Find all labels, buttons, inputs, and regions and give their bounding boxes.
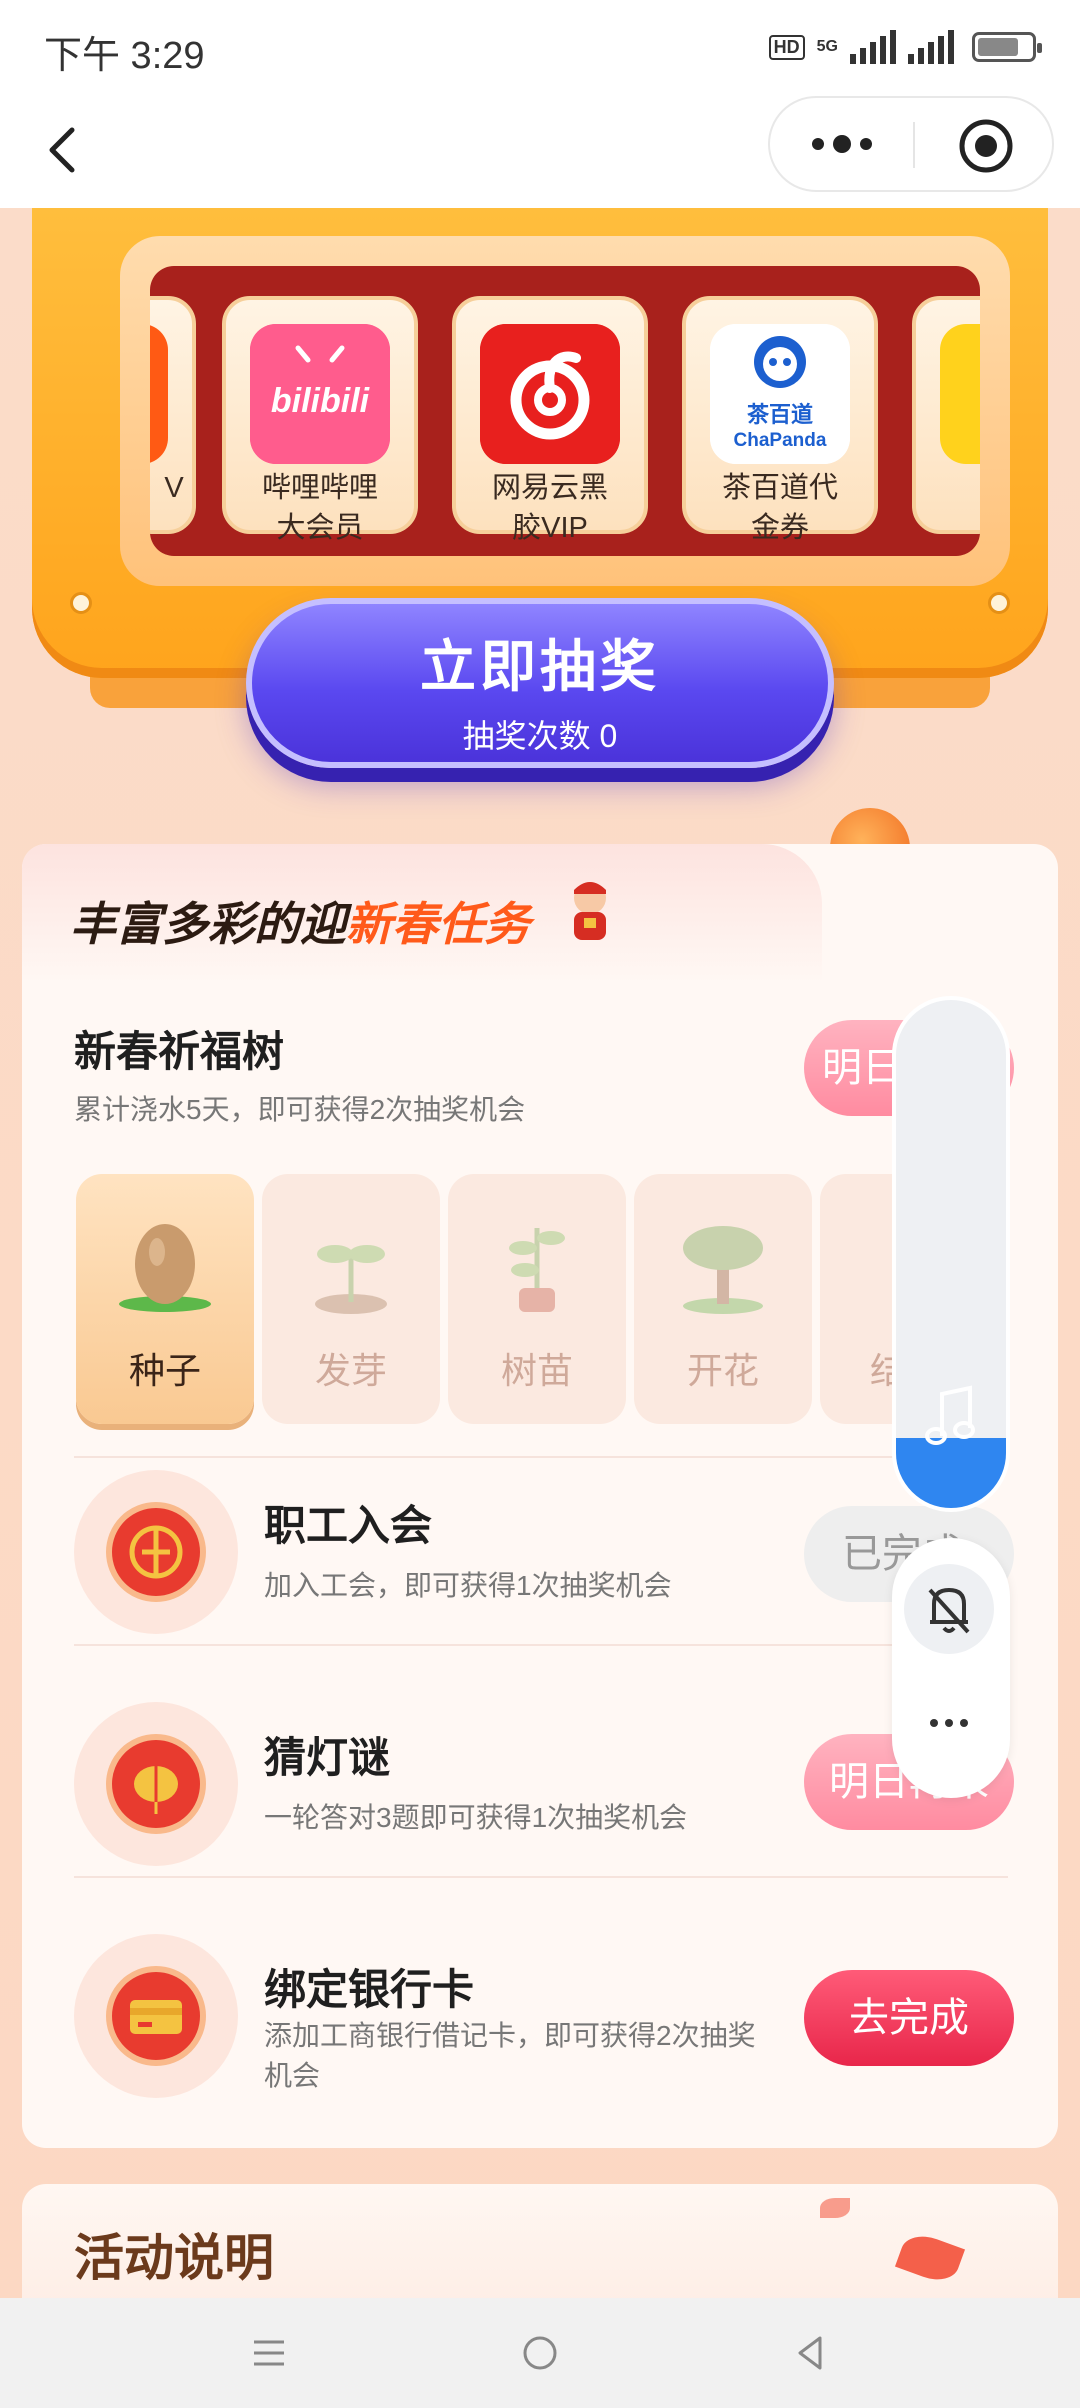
prize-slot-netease: 网易云黑 胶VIP: [452, 296, 648, 544]
lantern-badge: [74, 1702, 238, 1866]
svg-text:茶百道: 茶百道: [747, 402, 813, 428]
prize-label: 茶百道代 金券: [721, 472, 838, 544]
more-dots-icon[interactable]: [904, 1678, 994, 1768]
prize-slot: V: [150, 296, 196, 534]
prize-label: 哔哩哔哩 大会员: [261, 472, 378, 544]
netease-music-icon: [480, 324, 620, 464]
svg-text:bilibili: bilibili: [271, 382, 371, 420]
capsule-divider: [913, 122, 915, 168]
back-icon[interactable]: [36, 120, 96, 180]
prize-label: V: [164, 472, 184, 504]
union-badge: [74, 1470, 238, 1634]
slot-window-frame: V bilibili 哔哩哔哩 大会员 网易云黑 胶VIP 茶百道 ChaPan…: [120, 236, 1010, 586]
nav-bar: [0, 96, 1080, 208]
tree-task-title: 新春祈福树: [74, 1028, 285, 1075]
mute-button[interactable]: [904, 1564, 994, 1654]
stage-label: 树苗: [500, 1350, 573, 1391]
task-title: 绑定银行卡: [264, 1966, 475, 2013]
petal-decoration: [820, 2198, 850, 2218]
bankcard-badge: [74, 1934, 238, 2098]
task-desc: 一轮答对3题即可获得1次抽奖机会: [264, 1802, 688, 1833]
stage-label: 种子: [128, 1350, 201, 1391]
bell-off-icon: [928, 1587, 970, 1634]
float-controls: [892, 1538, 1010, 1798]
prize-slot-chapanda: 茶百道 ChaPanda 茶百道代 金券: [682, 296, 878, 544]
stage-label: 开花: [686, 1350, 759, 1391]
bonsai-icon: [683, 1226, 763, 1314]
status-time: 下午 3:29: [44, 35, 205, 77]
signal-icon-2: [908, 30, 954, 64]
home-icon[interactable]: [515, 2328, 565, 2378]
prize-icon: [940, 324, 980, 464]
task-desc: 添加工商银行借记卡，即可获得2次抽奖机会: [264, 2020, 756, 2091]
signal-icon: [850, 30, 896, 64]
menu-icon[interactable]: [244, 2328, 294, 2378]
volume-panel[interactable]: [892, 996, 1010, 1512]
prize-slot-partial: [912, 296, 980, 534]
stage-seed[interactable]: 种子: [76, 1174, 254, 1424]
music-note-icon: [925, 1385, 975, 1445]
status-bar: 下午 3:29 HD 5G: [0, 0, 1080, 96]
hd-badge: HD: [768, 34, 805, 60]
chapanda-icon: 茶百道 ChaPanda: [710, 324, 850, 464]
bolt-right: [988, 592, 1010, 614]
battery-icon: [972, 32, 1042, 62]
prize-label: 网易云黑 胶VIP: [491, 472, 608, 544]
union-icon: [106, 1502, 206, 1602]
divider: [74, 1456, 1008, 1458]
explain-title: 活动说明: [74, 2230, 274, 2286]
task-go-button[interactable]: 去完成: [804, 1970, 1014, 2066]
stage-bloom[interactable]: 开花: [634, 1174, 812, 1424]
task-title: 职工入会: [264, 1502, 433, 1549]
stage-sapling[interactable]: 树苗: [448, 1174, 626, 1424]
draw-now-button[interactable]: 立即抽奖 抽奖次数 0: [246, 598, 834, 768]
miniprogram-capsule: [768, 96, 1054, 192]
tree-task-desc: 累计浇水5天，即可获得2次抽奖机会: [74, 1094, 526, 1125]
draw-count-label: 抽奖次数 0: [462, 718, 618, 754]
lantern-icon: [106, 1734, 206, 1834]
stage-label: 发芽: [314, 1350, 387, 1391]
slot-window: V bilibili 哔哩哔哩 大会员 网易云黑 胶VIP 茶百道 ChaPan…: [150, 266, 980, 556]
prize-icon: [150, 324, 168, 464]
divider: [74, 1876, 1008, 1878]
more-dots-icon[interactable]: [804, 124, 880, 164]
fortune-god-icon: [574, 882, 606, 940]
sapling-icon: [509, 1228, 565, 1312]
page-content: V bilibili 哔哩哔哩 大会员 网易云黑 胶VIP 茶百道 ChaPan…: [0, 208, 1080, 2298]
status-icons: HD 5G: [768, 30, 1042, 64]
divider: [74, 1644, 1008, 1646]
task-title: 猜灯谜: [264, 1734, 391, 1781]
system-nav-bar: [0, 2298, 1080, 2408]
prize-slot-bilibili: bilibili 哔哩哔哩 大会员: [222, 296, 418, 544]
network-type: 5G: [816, 38, 838, 55]
bankcard-icon: [106, 1966, 206, 2066]
svg-text:ChaPanda: ChaPanda: [734, 430, 827, 451]
back-triangle-icon[interactable]: [786, 2328, 836, 2378]
seed-icon: [119, 1224, 211, 1312]
draw-button-label: 立即抽奖: [420, 635, 660, 698]
sprout-icon: [315, 1245, 387, 1314]
bolt-left: [70, 592, 92, 614]
task-desc: 加入工会，即可获得1次抽奖机会: [264, 1570, 672, 1601]
bilibili-icon: bilibili: [250, 324, 390, 464]
task-section-title: 丰富多彩的迎新春任务: [70, 898, 530, 950]
stage-sprout[interactable]: 发芽: [262, 1174, 440, 1424]
close-target-icon[interactable]: [956, 116, 1016, 176]
